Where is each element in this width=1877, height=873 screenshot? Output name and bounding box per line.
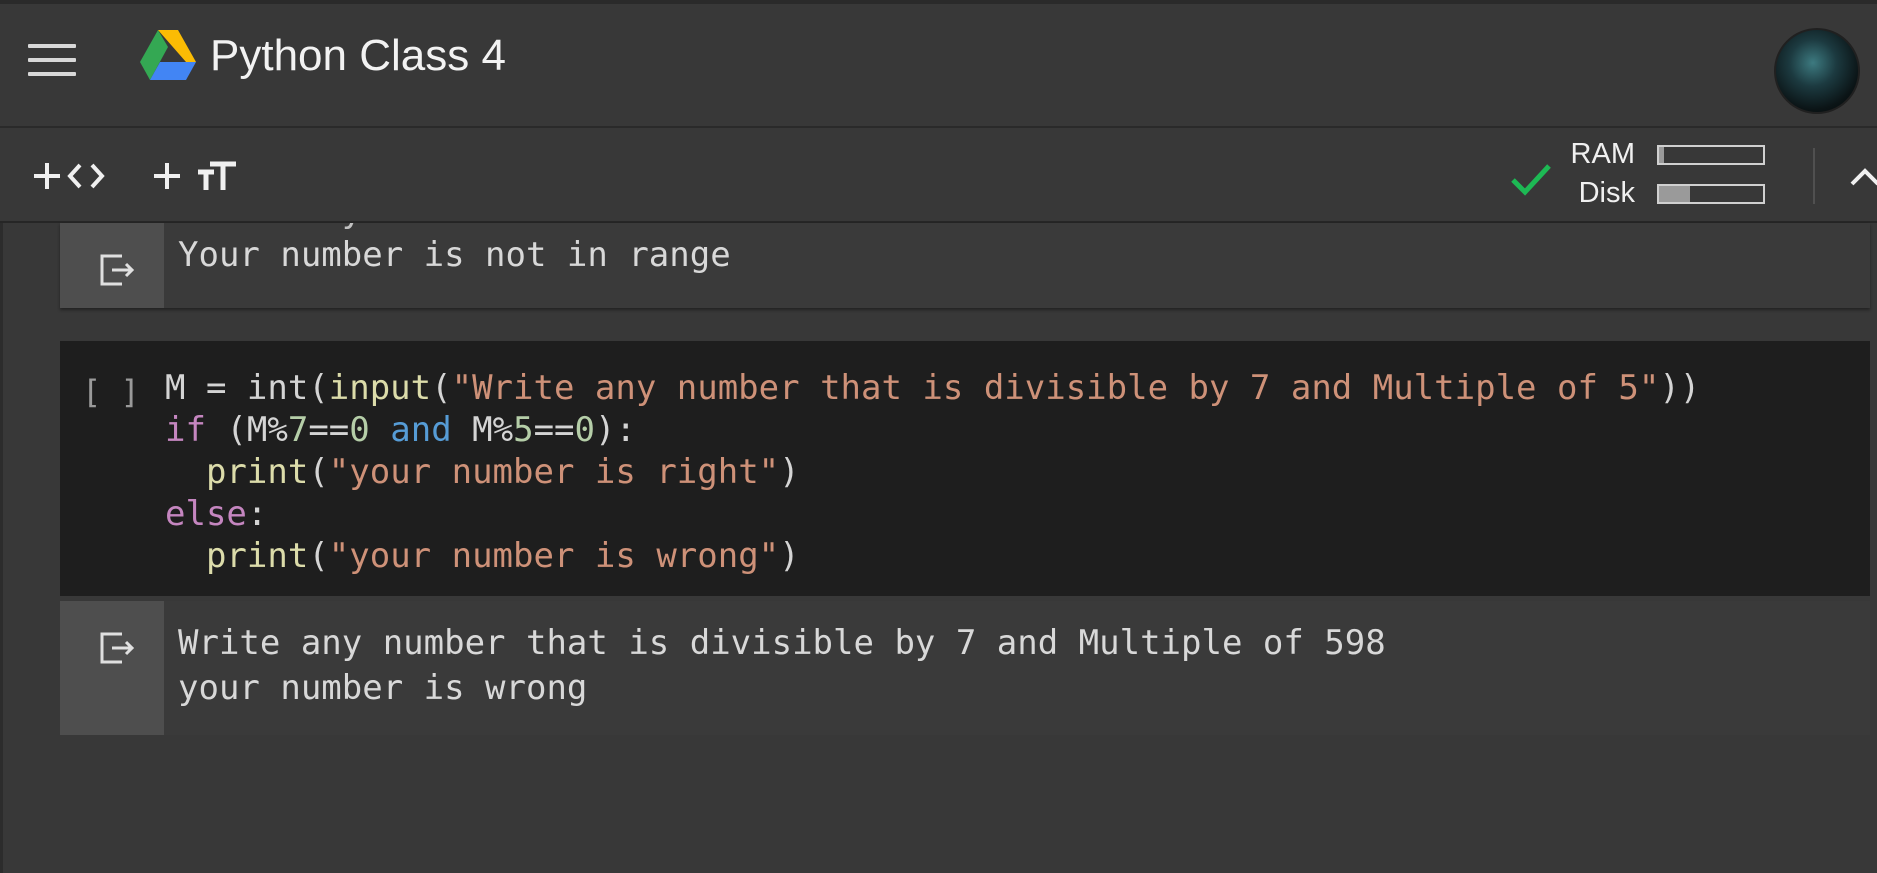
menu-icon[interactable]: [28, 44, 76, 78]
cell-output: Write any number 7000 Your number is not…: [60, 223, 1870, 308]
disk-usage-bar[interactable]: [1657, 184, 1765, 204]
code-token: 0: [574, 410, 596, 450]
code-token: print: [205, 536, 309, 576]
output-area: Write any number 7000 Your number is not…: [164, 223, 1870, 308]
output-gutter: [60, 601, 164, 735]
code-line: if (M%7==0 and M%5==0):: [165, 409, 1700, 451]
code-token: (: [308, 452, 329, 492]
code-token: ): [779, 536, 800, 576]
code-cell[interactable]: [ ] M = int(input("Write any number that…: [60, 341, 1870, 596]
code-token: (: [431, 368, 452, 408]
plus-text-icon: [154, 161, 236, 190]
code-token: ):: [595, 410, 636, 450]
code-editor[interactable]: M = int(input("Write any number that is …: [165, 367, 1700, 577]
code-token: "Write any number that is divisible by 7…: [451, 368, 1660, 408]
add-code-cell-button[interactable]: [30, 152, 120, 200]
code-token: if: [165, 410, 206, 450]
notebook-toolbar: RAM Disk: [0, 130, 1877, 223]
notebook-left-border: [0, 223, 3, 873]
output-line: your number is wrong: [178, 668, 588, 708]
code-line: print("your number is wrong"): [165, 535, 1700, 577]
clear-output-icon[interactable]: [96, 250, 136, 290]
chevron-up-icon[interactable]: [1848, 160, 1877, 194]
ram-label[interactable]: RAM: [1545, 138, 1635, 171]
code-line: else:: [165, 493, 1700, 535]
run-cell-button[interactable]: [ ]: [82, 373, 140, 411]
plus-code-icon: [34, 163, 105, 189]
code-line: M = int(input("Write any number that is …: [165, 367, 1700, 409]
disk-usage-fill: [1659, 186, 1691, 202]
notebook-title[interactable]: Python Class 4: [210, 26, 506, 86]
code-token: "your number is wrong": [328, 536, 780, 576]
clear-output-icon[interactable]: [96, 628, 136, 668]
ram-usage-fill: [1659, 147, 1665, 163]
output-line: Write any number that is divisible by 7 …: [178, 623, 1386, 663]
code-token: M%: [451, 410, 514, 450]
code-line: print("your number is right"): [165, 451, 1700, 493]
cell-output: Write any number that is divisible by 7 …: [60, 601, 1870, 735]
ram-usage-bar[interactable]: [1657, 145, 1765, 165]
code-token: ==: [533, 410, 575, 450]
code-token: 0: [349, 410, 370, 450]
code-token: (M%: [205, 410, 288, 450]
code-token: "your number is right": [328, 452, 780, 492]
code-token: M = int(: [165, 368, 329, 408]
output-gutter: [60, 223, 164, 308]
code-token: ==: [308, 410, 350, 450]
code-token: else: [165, 494, 247, 534]
code-token: )): [1659, 368, 1701, 408]
code-token: input: [328, 368, 432, 408]
add-text-cell-button[interactable]: [150, 152, 240, 200]
google-drive-icon[interactable]: [140, 30, 196, 80]
disk-label[interactable]: Disk: [1545, 177, 1635, 210]
code-token: 7: [287, 410, 309, 450]
code-token: ): [779, 452, 800, 492]
code-token: (: [308, 536, 329, 576]
code-token: 5: [513, 410, 534, 450]
code-token: :: [246, 494, 268, 534]
user-avatar[interactable]: [1774, 28, 1860, 114]
toolbar-divider: [1813, 148, 1815, 204]
code-token: print: [205, 452, 309, 492]
output-line: Your number is not in range: [178, 235, 731, 275]
top-bar: Python Class 4: [0, 0, 1877, 128]
output-line: Write any number 7000: [178, 223, 608, 231]
code-token: and: [390, 410, 452, 450]
